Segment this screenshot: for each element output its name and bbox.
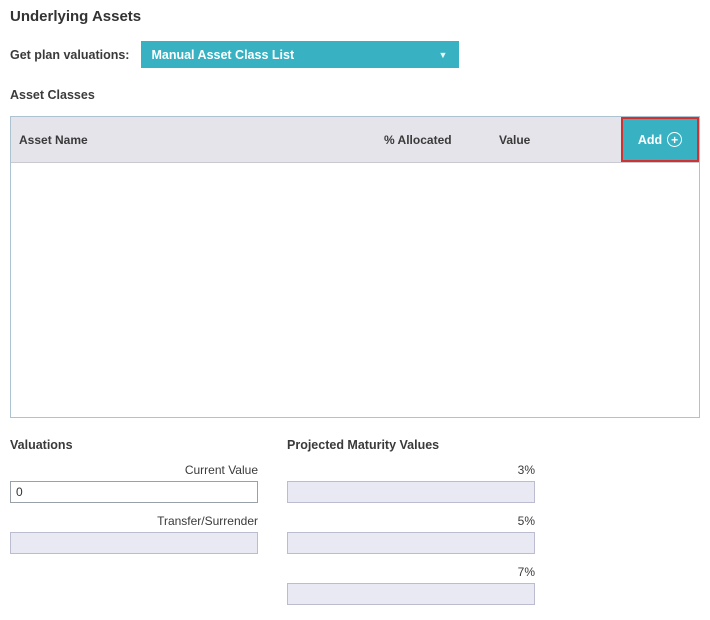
column-header-percent-allocated: % Allocated (384, 132, 452, 147)
transfer-surrender-input (10, 532, 258, 554)
plan-valuations-dropdown[interactable]: Manual Asset Class List ▼ (141, 41, 460, 68)
rate-7-percent-input (287, 583, 535, 605)
column-header-value: Value (499, 132, 531, 147)
plan-valuations-label: Get plan valuations: (10, 47, 130, 62)
rate-7-percent-label: 7% (517, 565, 535, 579)
rate-5-percent-label: 5% (517, 514, 535, 528)
valuations-section: Valuations Current Value Transfer/Surren… (10, 438, 258, 605)
current-value-input[interactable] (10, 481, 258, 503)
rate-5-percent-input (287, 532, 535, 554)
rate-3-percent-input (287, 481, 535, 503)
rate-3-percent-label: 3% (517, 463, 535, 477)
add-button-label: Add (637, 132, 663, 147)
plan-valuations-row: Get plan valuations: Manual Asset Class … (10, 41, 700, 68)
bottom-section: Valuations Current Value Transfer/Surren… (10, 438, 700, 605)
table-header-row: Asset Name % Allocated Value Add + (11, 117, 699, 163)
dropdown-selected-value: Manual Asset Class List (151, 47, 295, 62)
page-title: Underlying Assets (10, 8, 142, 25)
table-body-empty (11, 163, 699, 417)
asset-classes-label: Asset Classes (10, 88, 95, 102)
chevron-down-icon: ▼ (438, 49, 448, 60)
asset-classes-table: Asset Name % Allocated Value Add + (10, 116, 700, 418)
transfer-surrender-label: Transfer/Surrender (157, 514, 258, 528)
add-asset-button[interactable]: Add + (621, 117, 699, 162)
current-value-label: Current Value (184, 463, 258, 477)
plus-circle-icon: + (667, 132, 683, 147)
column-header-asset-name: Asset Name (19, 132, 88, 147)
valuations-heading: Valuations (10, 438, 73, 452)
underlying-assets-page: Underlying Assets Get plan valuations: M… (0, 0, 710, 605)
projected-maturity-section: Projected Maturity Values 3% 5% 7% (287, 438, 535, 605)
projected-maturity-heading: Projected Maturity Values (287, 438, 440, 452)
